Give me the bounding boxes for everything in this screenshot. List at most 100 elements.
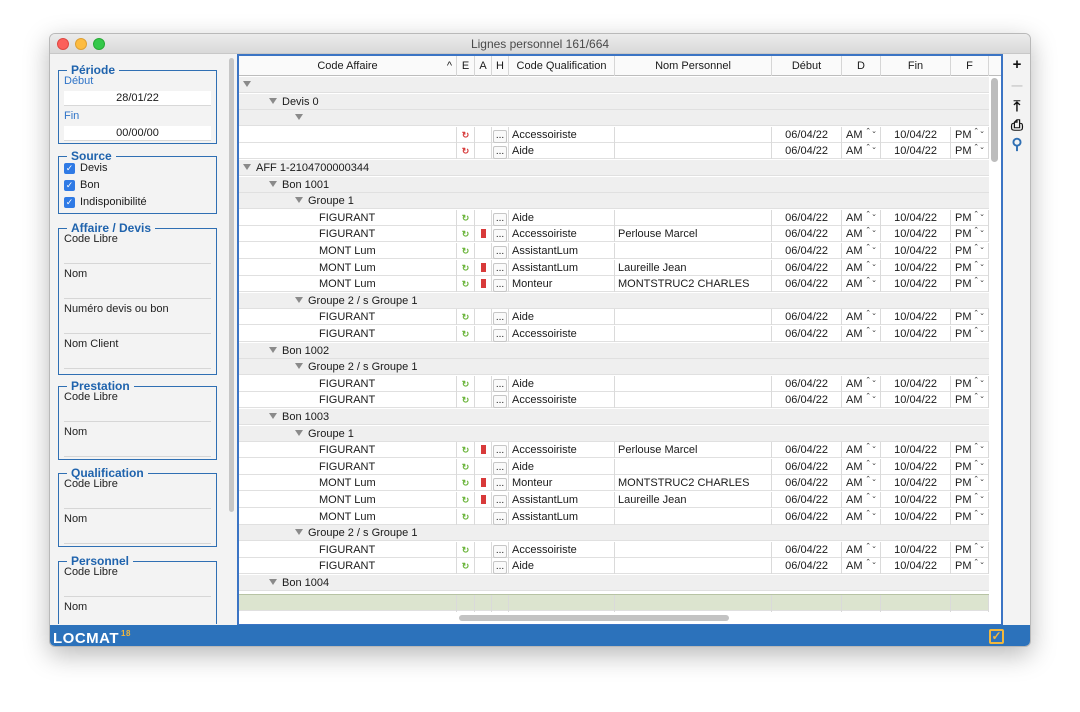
a-cell[interactable] bbox=[475, 558, 492, 575]
disclosure-triangle-icon[interactable] bbox=[269, 413, 277, 419]
col-h[interactable]: H bbox=[492, 56, 509, 76]
disclosure-triangle-icon[interactable] bbox=[295, 114, 303, 121]
disclosure-triangle-icon[interactable] bbox=[269, 579, 277, 585]
fin-cell[interactable]: 10/04/22 bbox=[881, 375, 951, 392]
nom-personnel-cell[interactable] bbox=[615, 375, 772, 392]
debut-cell[interactable]: 06/04/22 bbox=[772, 442, 842, 459]
f-period-cell[interactable]: PM ⌃⌄ bbox=[951, 392, 989, 409]
f-period-cell[interactable]: PM ⌃⌄ bbox=[951, 209, 989, 226]
d-period-cell[interactable]: AM ⌃⌄ bbox=[842, 492, 881, 508]
debut-cell[interactable]: 06/04/22 bbox=[772, 508, 842, 525]
table-row[interactable]: MONT Lum ↻... Monteur MONTSTRUC2 CHARLES 06/… bbox=[239, 475, 989, 492]
stepper-icon[interactable]: ⌃⌄ bbox=[865, 327, 877, 334]
code-qualification-cell[interactable]: Aide bbox=[509, 309, 615, 326]
fin-cell[interactable]: 10/04/22 bbox=[881, 226, 951, 243]
stepper-icon[interactable]: ⌃⌄ bbox=[973, 261, 985, 268]
status-cycle-icon[interactable]: ↻ bbox=[461, 213, 471, 223]
code-qualification-cell[interactable]: AssistantLum bbox=[509, 508, 615, 525]
fin-cell[interactable]: 10/04/22 bbox=[881, 458, 951, 475]
debut-cell[interactable]: 06/04/22 bbox=[772, 226, 842, 243]
h-cell[interactable]: ... bbox=[492, 326, 509, 342]
col-a[interactable]: A bbox=[475, 56, 492, 76]
sidebar-scrollbar[interactable] bbox=[229, 58, 234, 512]
details-button[interactable]: ... bbox=[493, 378, 507, 392]
debut-cell[interactable]: 06/04/22 bbox=[772, 326, 842, 342]
fin-cell[interactable]: 10/04/22 bbox=[881, 276, 951, 293]
e-cell[interactable]: ↻ bbox=[457, 558, 475, 575]
fin-cell[interactable]: 10/04/22 bbox=[881, 209, 951, 226]
status-cycle-icon[interactable]: ↻ bbox=[461, 330, 471, 339]
e-cell[interactable]: ↻ bbox=[457, 508, 475, 525]
group-row-label[interactable]: Bon 1004 bbox=[269, 575, 329, 591]
table-row[interactable]: FIGURANT ↻... Aide 06/04/22 AM ⌃⌄ 10/04/22 PM ⌃⌄ bbox=[239, 558, 989, 575]
e-cell[interactable]: ↻ bbox=[457, 492, 475, 508]
affaire-field-input[interactable] bbox=[64, 333, 211, 334]
h-cell[interactable]: ... bbox=[492, 226, 509, 243]
details-button[interactable]: ... bbox=[493, 329, 507, 342]
details-button[interactable]: ... bbox=[493, 279, 507, 293]
col-debut[interactable]: Début bbox=[772, 56, 842, 76]
stepper-icon[interactable]: ⌃⌄ bbox=[973, 460, 985, 467]
table-row[interactable]: FIGURANT ↻... Aide 06/04/22 AM ⌃⌄ 10/04/22 PM ⌃⌄ bbox=[239, 209, 989, 226]
stepper-icon[interactable]: ⌃⌄ bbox=[973, 493, 985, 500]
code-qualification-cell[interactable]: Accessoiriste bbox=[509, 541, 615, 558]
details-button[interactable]: ... bbox=[493, 395, 507, 409]
d-period-cell[interactable]: AM ⌃⌄ bbox=[842, 126, 881, 143]
debut-cell[interactable]: 06/04/22 bbox=[772, 541, 842, 558]
col-nom-personnel[interactable]: Nom Personnel bbox=[615, 56, 772, 76]
status-cycle-icon[interactable]: ↻ bbox=[461, 230, 471, 239]
code-qualification-cell[interactable]: AssistantLum bbox=[509, 243, 615, 259]
f-period-cell[interactable]: PM ⌃⌄ bbox=[951, 309, 989, 326]
stepper-icon[interactable]: ⌃⌄ bbox=[973, 144, 985, 151]
disclosure-triangle-icon[interactable] bbox=[243, 81, 251, 87]
table-row[interactable]: FIGURANT ↻... Accessoiriste 06/04/22 AM ⌃⌄ 10/… bbox=[239, 326, 989, 342]
code-qualification-cell[interactable]: Monteur bbox=[509, 475, 615, 492]
fin-cell[interactable]: 10/04/22 bbox=[881, 492, 951, 508]
debut-cell[interactable]: 06/04/22 bbox=[772, 276, 842, 293]
stepper-icon[interactable]: ⌃⌄ bbox=[865, 244, 877, 251]
f-period-cell[interactable]: PM ⌃⌄ bbox=[951, 143, 989, 160]
fin-field[interactable]: 00/00/00 bbox=[64, 126, 211, 141]
e-cell[interactable]: ↻ bbox=[457, 392, 475, 409]
table-vertical-scrollbar[interactable] bbox=[991, 78, 998, 162]
details-button[interactable]: ... bbox=[493, 212, 507, 226]
group-row-label[interactable]: Groupe 2 / s Groupe 1 bbox=[295, 359, 417, 375]
debut-cell[interactable]: 06/04/22 bbox=[772, 492, 842, 508]
details-button[interactable]: ... bbox=[493, 461, 507, 475]
d-period-cell[interactable]: AM ⌃⌄ bbox=[842, 508, 881, 525]
code-qualification-cell[interactable]: AssistantLum bbox=[509, 259, 615, 276]
f-period-cell[interactable]: PM ⌃⌄ bbox=[951, 458, 989, 475]
a-cell[interactable] bbox=[475, 143, 492, 160]
e-cell[interactable]: ↻ bbox=[457, 209, 475, 226]
e-cell[interactable]: ↻ bbox=[457, 143, 475, 160]
table-row[interactable]: MONT Lum ↻... AssistantLum Laureille Jean 06… bbox=[239, 492, 989, 508]
details-button[interactable]: ... bbox=[493, 129, 507, 143]
nom-personnel-cell[interactable] bbox=[615, 326, 772, 342]
group-row[interactable]: Groupe 2 / s Groupe 1 bbox=[239, 525, 989, 542]
disclosure-triangle-icon[interactable] bbox=[295, 363, 303, 370]
a-cell[interactable] bbox=[475, 475, 492, 492]
fin-cell[interactable]: 10/04/22 bbox=[881, 259, 951, 276]
group-row-label[interactable]: AFF 1-2104700000344 bbox=[243, 160, 369, 176]
col-code-qualification[interactable]: Code Qualification bbox=[509, 56, 615, 76]
nom-personnel-cell[interactable]: Laureille Jean bbox=[615, 492, 772, 508]
code-qualification-cell[interactable]: Aide bbox=[509, 209, 615, 226]
nom-personnel-cell[interactable] bbox=[615, 243, 772, 259]
source-checkbox-2[interactable]: ✓ Indisponibilité bbox=[64, 196, 147, 208]
a-cell[interactable] bbox=[475, 392, 492, 409]
details-button[interactable]: ... bbox=[493, 511, 507, 525]
d-period-cell[interactable]: AM ⌃⌄ bbox=[842, 541, 881, 558]
d-period-cell[interactable]: AM ⌃⌄ bbox=[842, 458, 881, 475]
h-cell[interactable]: ... bbox=[492, 475, 509, 492]
remove-icon[interactable]: — bbox=[1008, 77, 1026, 95]
status-cycle-icon[interactable]: ↻ bbox=[461, 130, 471, 140]
disclosure-triangle-icon[interactable] bbox=[295, 197, 303, 204]
checkbox-checked-icon[interactable]: ✓ bbox=[64, 196, 75, 208]
disclosure-triangle-icon[interactable] bbox=[295, 429, 303, 436]
h-cell[interactable]: ... bbox=[492, 375, 509, 392]
a-cell[interactable] bbox=[475, 243, 492, 259]
nom-personnel-cell[interactable] bbox=[615, 126, 772, 143]
details-button[interactable]: ... bbox=[493, 495, 507, 508]
d-period-cell[interactable]: AM ⌃⌄ bbox=[842, 243, 881, 259]
e-cell[interactable]: ↻ bbox=[457, 375, 475, 392]
